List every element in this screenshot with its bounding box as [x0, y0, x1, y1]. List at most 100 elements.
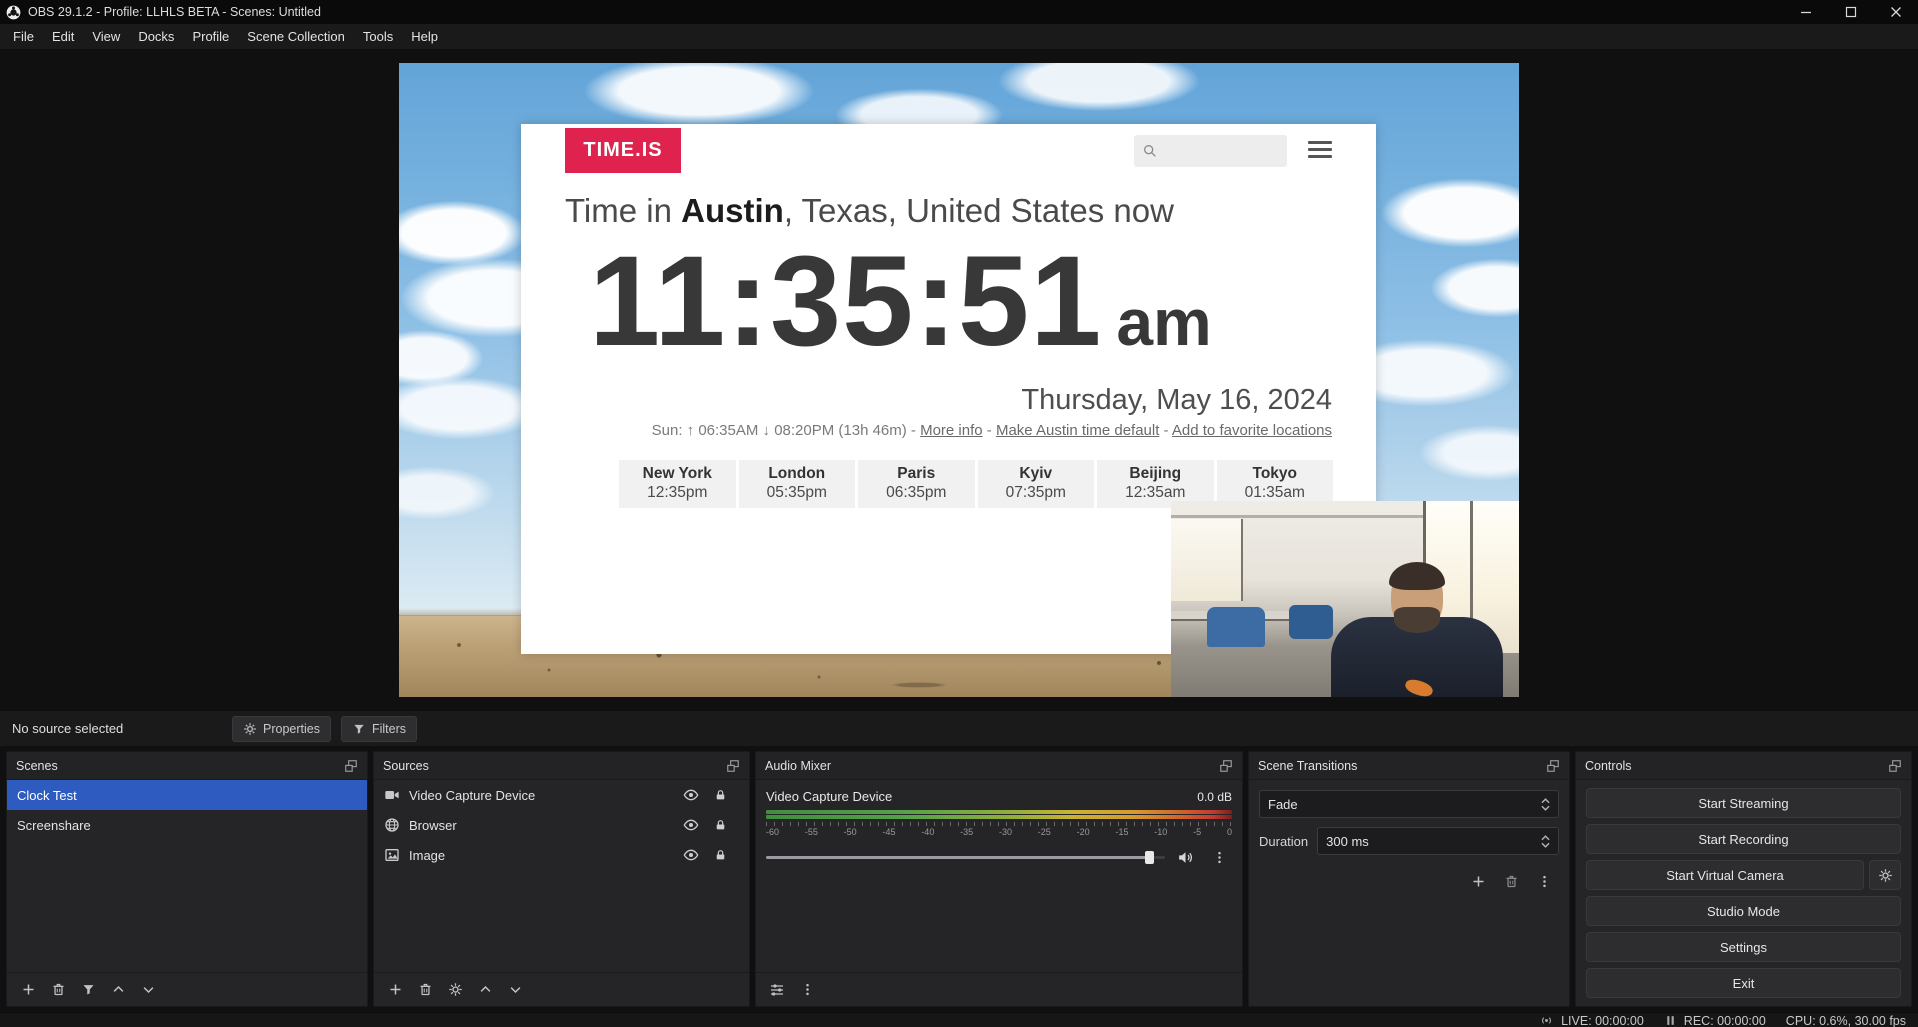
menu-file[interactable]: File: [4, 25, 43, 48]
audio-mixer-title: Audio Mixer: [765, 759, 831, 773]
move-source-down-button[interactable]: [502, 977, 528, 1003]
chevron-down-icon[interactable]: [1541, 842, 1550, 848]
exit-button[interactable]: Exit: [1586, 968, 1901, 998]
lock-icon[interactable]: [714, 848, 727, 862]
menu-docks[interactable]: Docks: [129, 25, 183, 48]
lock-icon[interactable]: [714, 818, 727, 832]
volume-meter: [766, 810, 1232, 819]
menu-help[interactable]: Help: [402, 25, 447, 48]
plus-icon: [388, 982, 403, 997]
remove-scene-button[interactable]: [45, 977, 71, 1003]
visibility-eye-icon[interactable]: [683, 847, 699, 863]
source-properties-button[interactable]: [442, 977, 468, 1003]
move-scene-up-button[interactable]: [105, 977, 131, 1003]
move-source-up-button[interactable]: [472, 977, 498, 1003]
office-chair: [1207, 607, 1265, 647]
status-bar: LIVE: 00:00:00 REC: 00:00:00 CPU: 0.6%, …: [0, 1012, 1918, 1027]
menu-scene-collection[interactable]: Scene Collection: [238, 25, 354, 48]
popout-icon[interactable]: [1546, 759, 1560, 773]
world-clock-cell: New York12:35pm: [619, 460, 736, 508]
preview-canvas[interactable]: TIME.IS Time in Austin, Texas, United St…: [399, 63, 1519, 697]
obs-logo-icon: [6, 5, 21, 20]
properties-button[interactable]: Properties: [232, 716, 331, 742]
start-virtual-camera-button[interactable]: Start Virtual Camera: [1586, 860, 1864, 890]
transition-menu-button[interactable]: [1531, 868, 1557, 894]
sources-panel-header[interactable]: Sources: [374, 752, 749, 780]
trash-icon: [1504, 874, 1519, 889]
scene-filters-button[interactable]: [75, 977, 101, 1003]
source-item-video-capture[interactable]: Video Capture Device: [374, 780, 749, 810]
start-recording-button[interactable]: Start Recording: [1586, 824, 1901, 854]
popout-icon[interactable]: [1888, 759, 1902, 773]
controls-title: Controls: [1585, 759, 1632, 773]
maximize-button[interactable]: [1828, 0, 1873, 24]
menu-view[interactable]: View: [83, 25, 129, 48]
remove-transition-button[interactable]: [1498, 868, 1524, 894]
plus-icon: [1471, 874, 1486, 889]
timeis-search-input: [1164, 143, 1274, 159]
visibility-eye-icon[interactable]: [683, 817, 699, 833]
obs-window: OBS 29.1.2 - Profile: LLHLS BETA - Scene…: [0, 0, 1918, 1027]
speaker-icon[interactable]: [1177, 849, 1194, 866]
mixer-db-value: 0.0 dB: [1197, 790, 1232, 804]
scenes-panel-header[interactable]: Scenes: [7, 752, 367, 780]
studio-mode-button[interactable]: Studio Mode: [1586, 896, 1901, 926]
audio-mixer-panel: Audio Mixer Video Capture Device 0.0 dB …: [755, 751, 1243, 1007]
mixer-item-menu-button[interactable]: [1206, 844, 1232, 870]
office-window: [1171, 519, 1243, 601]
minimize-button[interactable]: [1783, 0, 1828, 24]
menu-bar: File Edit View Docks Profile Scene Colle…: [0, 24, 1918, 50]
source-item-browser[interactable]: Browser: [374, 810, 749, 840]
duration-spinbox[interactable]: 300 ms: [1317, 827, 1559, 855]
chevron-down-icon: [508, 982, 523, 997]
scene-item-clock-test[interactable]: Clock Test: [7, 780, 367, 810]
popout-icon[interactable]: [726, 759, 740, 773]
popout-icon[interactable]: [1219, 759, 1233, 773]
preview-background: TIME.IS Time in Austin, Texas, United St…: [0, 50, 1918, 710]
trash-icon: [418, 982, 433, 997]
filters-button[interactable]: Filters: [341, 716, 417, 742]
chevron-up-icon[interactable]: [1541, 835, 1550, 841]
menu-profile[interactable]: Profile: [183, 25, 238, 48]
scene-item-screenshare[interactable]: Screenshare: [7, 810, 367, 840]
virtual-camera-config-button[interactable]: [1869, 860, 1901, 890]
source-item-image[interactable]: Image: [374, 840, 749, 870]
visibility-eye-icon[interactable]: [683, 787, 699, 803]
volume-slider-handle[interactable]: [1145, 851, 1154, 864]
mixer-source-name: Video Capture Device: [766, 789, 892, 804]
dots-vertical-icon: [1537, 874, 1552, 889]
world-clock-cell: Paris06:35pm: [858, 460, 975, 508]
scene-transitions-header[interactable]: Scene Transitions: [1249, 752, 1569, 780]
volume-slider[interactable]: [766, 850, 1165, 864]
pause-icon: [1664, 1014, 1677, 1027]
globe-icon: [384, 817, 400, 833]
add-transition-button[interactable]: [1465, 868, 1491, 894]
settings-button[interactable]: Settings: [1586, 932, 1901, 962]
popout-icon[interactable]: [344, 759, 358, 773]
clock-time: 11:35:51: [589, 232, 1102, 373]
source-selection-status: No source selected: [12, 721, 222, 736]
add-source-button[interactable]: [382, 977, 408, 1003]
live-status: LIVE: 00:00:00: [1539, 1013, 1644, 1027]
add-scene-button[interactable]: [15, 977, 41, 1003]
move-scene-down-button[interactable]: [135, 977, 161, 1003]
menu-edit[interactable]: Edit: [43, 25, 83, 48]
transition-select[interactable]: Fade: [1259, 790, 1559, 818]
timeis-date: Thursday, May 16, 2024: [1021, 384, 1332, 417]
menu-tools[interactable]: Tools: [354, 25, 402, 48]
close-button[interactable]: [1873, 0, 1918, 24]
chevron-up-icon[interactable]: [1541, 798, 1550, 804]
lock-icon[interactable]: [714, 788, 727, 802]
start-streaming-button[interactable]: Start Streaming: [1586, 788, 1901, 818]
advanced-audio-button[interactable]: [764, 977, 790, 1003]
chevron-down-icon[interactable]: [1541, 805, 1550, 811]
mixer-menu-button[interactable]: [794, 977, 820, 1003]
clock-meridiem: am: [1116, 284, 1211, 360]
sliders-icon: [769, 982, 785, 998]
rec-status: REC: 00:00:00: [1664, 1014, 1766, 1027]
sources-toolbar: [374, 972, 749, 1006]
controls-header[interactable]: Controls: [1576, 752, 1911, 780]
title-bar[interactable]: OBS 29.1.2 - Profile: LLHLS BETA - Scene…: [0, 0, 1918, 24]
remove-source-button[interactable]: [412, 977, 438, 1003]
audio-mixer-header[interactable]: Audio Mixer: [756, 752, 1242, 780]
